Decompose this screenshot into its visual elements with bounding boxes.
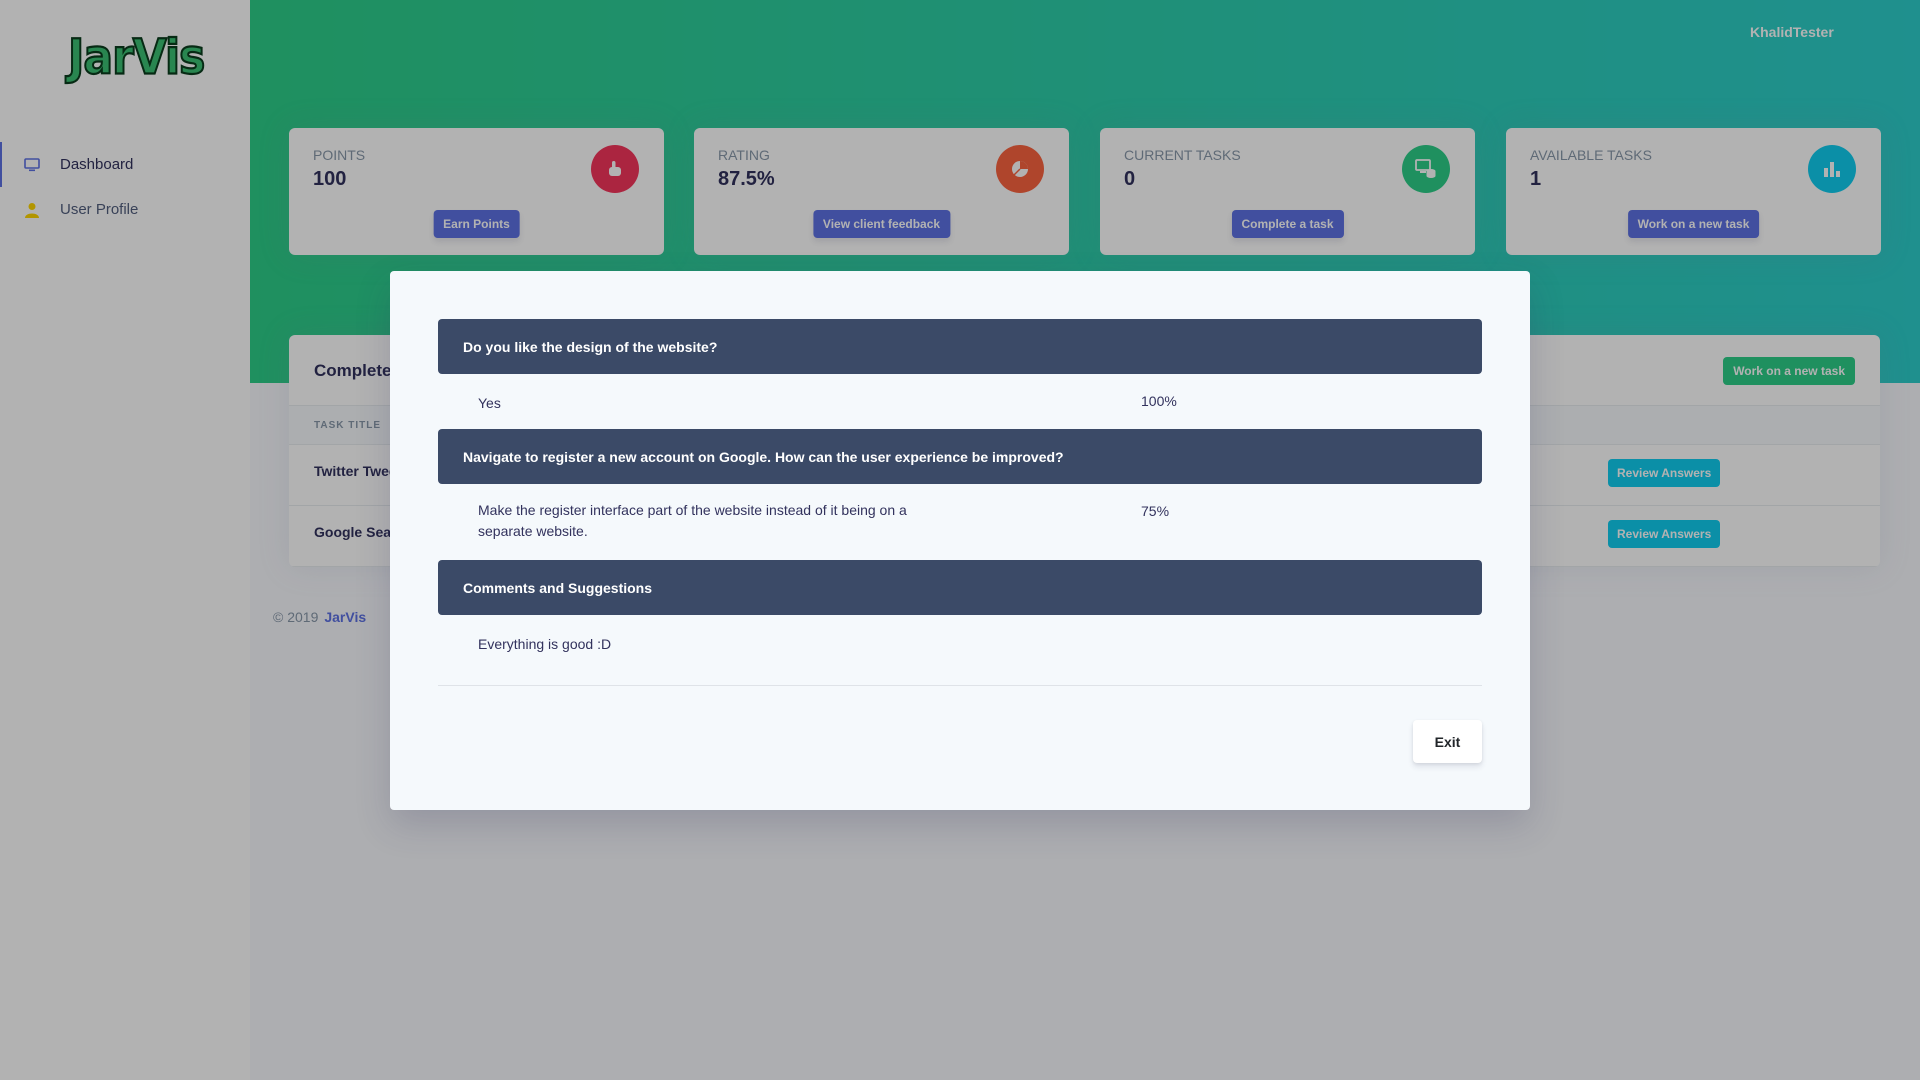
answer-text: Everything is good :D: [478, 636, 612, 652]
question-header: Navigate to register a new account on Go…: [438, 429, 1482, 484]
answer-percent: 100%: [1141, 393, 1177, 409]
exit-button[interactable]: Exit: [1413, 720, 1482, 763]
question-header: Do you like the design of the website?: [438, 319, 1482, 374]
modal-divider: [438, 685, 1482, 686]
question-header: Comments and Suggestions: [438, 560, 1482, 615]
answer-line: separate website.: [478, 523, 588, 539]
review-answers-modal: Do you like the design of the website? Y…: [390, 271, 1530, 810]
answer-line: Make the register interface part of the …: [478, 502, 907, 518]
answer-text: Yes: [478, 395, 501, 411]
answer-percent: 75%: [1141, 503, 1170, 519]
answer-text: Make the register interface part of the …: [478, 500, 907, 542]
